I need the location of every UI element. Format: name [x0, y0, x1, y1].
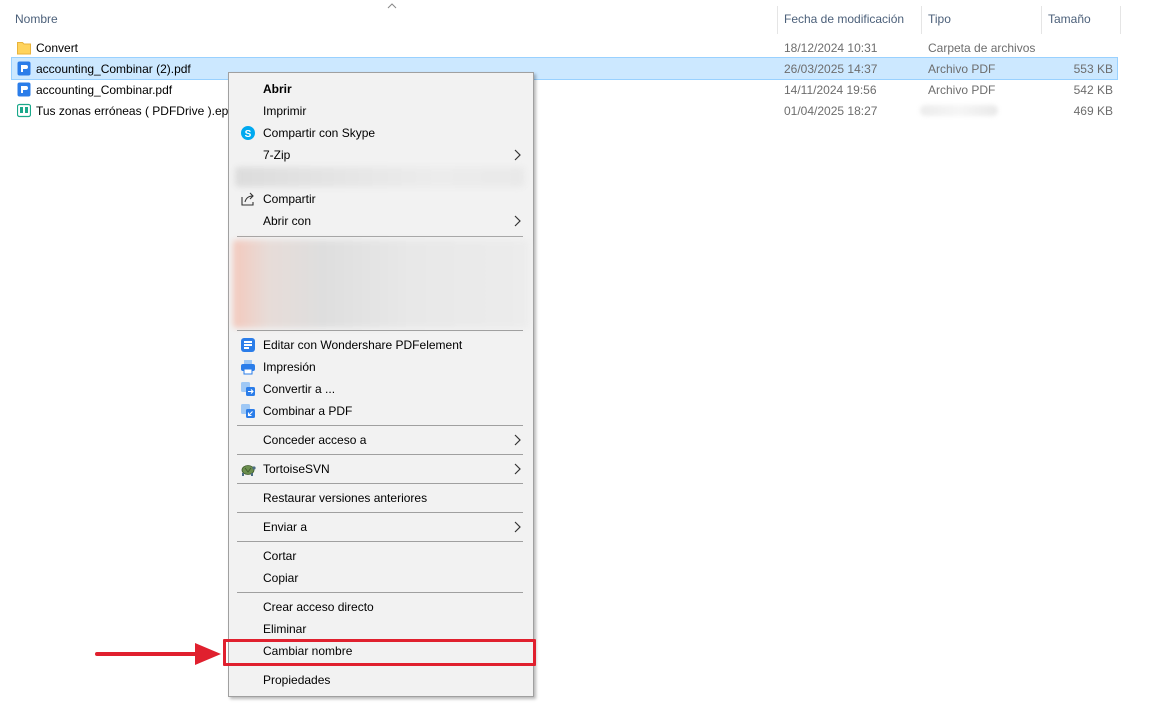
pdf-file-icon — [17, 61, 31, 76]
menu-label: Conceder acceso a — [263, 433, 367, 447]
menu-label: Cortar — [263, 549, 297, 563]
file-modified: 01/04/2025 18:27 — [784, 104, 878, 118]
menu-item-create-shortcut[interactable]: Crear acceso directo — [231, 596, 529, 618]
column-divider[interactable] — [1120, 6, 1121, 34]
menu-label: Crear acceso directo — [263, 600, 374, 614]
menu-item-open-with[interactable]: Abrir con — [231, 210, 529, 232]
menu-label: Editar con Wondershare PDFelement — [263, 338, 463, 352]
column-divider[interactable] — [1041, 6, 1042, 34]
combine-pdf-icon — [241, 404, 255, 418]
menu-label: Imprimir — [263, 104, 307, 118]
menu-label: Enviar a — [263, 520, 308, 534]
context-menu: Abrir Imprimir S Compartir con Skype 7-Z… — [228, 72, 534, 697]
menu-separator — [237, 592, 523, 593]
convert-icon — [241, 382, 255, 396]
menu-item-convert-to[interactable]: Convertir a ... — [231, 378, 529, 400]
menu-separator — [237, 483, 523, 484]
file-name: Tus zonas erróneas ( PDFDrive ).epub — [36, 104, 242, 118]
skype-icon: S — [241, 126, 255, 140]
pdfelement-icon — [241, 338, 255, 352]
file-size: 553 KB — [1073, 62, 1113, 76]
menu-label: Copiar — [263, 571, 299, 585]
file-type: Carpeta de archivos — [928, 41, 1036, 55]
sort-ascending-icon — [387, 3, 397, 9]
menu-separator — [237, 454, 523, 455]
menu-separator — [237, 512, 523, 513]
column-divider[interactable] — [921, 6, 922, 34]
menu-label: TortoiseSVN — [263, 462, 330, 476]
menu-item-edit-pdfelement[interactable]: Editar con Wondershare PDFelement — [231, 334, 529, 356]
menu-item-combine-pdf[interactable]: Combinar a PDF — [231, 400, 529, 422]
menu-item-tortoisesvn[interactable]: TortoiseSVN — [231, 458, 529, 480]
menu-label: Abrir con — [263, 214, 312, 228]
column-type[interactable]: Tipo — [928, 12, 951, 26]
file-modified: 14/11/2024 19:56 — [784, 83, 877, 97]
menu-item-grant-access[interactable]: Conceder acceso a — [231, 429, 529, 451]
menu-item-print[interactable]: Imprimir — [231, 100, 529, 122]
menu-item-copy[interactable]: Copiar — [231, 567, 529, 589]
menu-item-send-to[interactable]: Enviar a — [231, 516, 529, 538]
menu-separator — [237, 425, 523, 426]
menu-label: Compartir — [263, 192, 316, 206]
file-row-convert[interactable]: Convert 18/12/2024 10:31 Carpeta de arch… — [12, 37, 1117, 58]
file-name: accounting_Combinar (2).pdf — [36, 62, 191, 76]
file-size: 542 KB — [1073, 83, 1113, 97]
file-row-tus-zonas-erroneas[interactable]: Tus zonas erróneas ( PDFDrive ).epub 01/… — [12, 100, 1117, 121]
file-modified: 18/12/2024 10:31 — [784, 41, 878, 55]
menu-item-delete[interactable]: Eliminar — [231, 618, 529, 640]
menu-item-cut[interactable]: Cortar — [231, 545, 529, 567]
file-size: 469 KB — [1073, 104, 1113, 118]
epub-file-icon — [17, 103, 31, 118]
svg-text:S: S — [245, 129, 252, 140]
column-modified[interactable]: Fecha de modificación — [784, 12, 904, 26]
menu-item-impresion[interactable]: Impresión — [231, 356, 529, 378]
menu-item-properties[interactable]: Propiedades — [231, 669, 529, 691]
menu-item-share[interactable]: Compartir — [231, 188, 529, 210]
menu-label: Propiedades — [263, 673, 331, 687]
rename-highlight-box — [223, 639, 536, 666]
file-row-accounting-combinar-2[interactable]: accounting_Combinar (2).pdf 26/03/2025 1… — [11, 57, 1118, 80]
menu-item-restore-versions[interactable]: Restaurar versiones anteriores — [231, 487, 529, 509]
menu-separator — [237, 330, 523, 331]
column-header: Nombre Fecha de modificación Tipo Tamaño — [0, 0, 1167, 36]
menu-label: Restaurar versiones anteriores — [263, 491, 428, 505]
file-row-accounting-combinar[interactable]: accounting_Combinar.pdf 14/11/2024 19:56… — [12, 79, 1117, 100]
menu-label: Compartir con Skype — [263, 126, 376, 140]
file-type: Archivo PDF — [928, 83, 996, 97]
printer-icon — [241, 360, 255, 375]
menu-item-share-skype[interactable]: S Compartir con Skype — [231, 122, 529, 144]
redacted-menu-block — [233, 240, 529, 328]
chevron-right-icon — [514, 149, 521, 161]
chevron-right-icon — [514, 463, 521, 475]
menu-label: Impresión — [263, 360, 316, 374]
menu-separator — [237, 236, 523, 237]
redacted-menu-item — [235, 167, 525, 187]
chevron-right-icon — [514, 434, 521, 446]
menu-label: Combinar a PDF — [263, 404, 353, 418]
chevron-right-icon — [514, 215, 521, 227]
menu-label: Abrir — [263, 82, 292, 96]
menu-label: Convertir a ... — [263, 382, 336, 396]
file-name: accounting_Combinar.pdf — [36, 83, 173, 97]
file-type-redacted — [920, 105, 998, 116]
column-name[interactable]: Nombre — [15, 12, 58, 26]
share-icon — [241, 192, 254, 206]
menu-label: 7-Zip — [263, 148, 291, 162]
red-arrow-icon — [95, 643, 221, 665]
file-name: Convert — [36, 41, 79, 55]
folder-icon — [17, 42, 31, 55]
chevron-right-icon — [514, 521, 521, 533]
column-size[interactable]: Tamaño — [1048, 12, 1091, 26]
menu-label: Eliminar — [263, 622, 307, 636]
file-type: Archivo PDF — [928, 62, 996, 76]
column-divider[interactable] — [777, 6, 778, 34]
tortoise-icon — [241, 465, 256, 476]
pdf-file-icon — [17, 82, 31, 97]
menu-item-7zip[interactable]: 7-Zip — [231, 144, 529, 166]
menu-item-open[interactable]: Abrir — [231, 78, 529, 100]
file-modified: 26/03/2025 14:37 — [784, 62, 878, 76]
menu-separator — [237, 541, 523, 542]
